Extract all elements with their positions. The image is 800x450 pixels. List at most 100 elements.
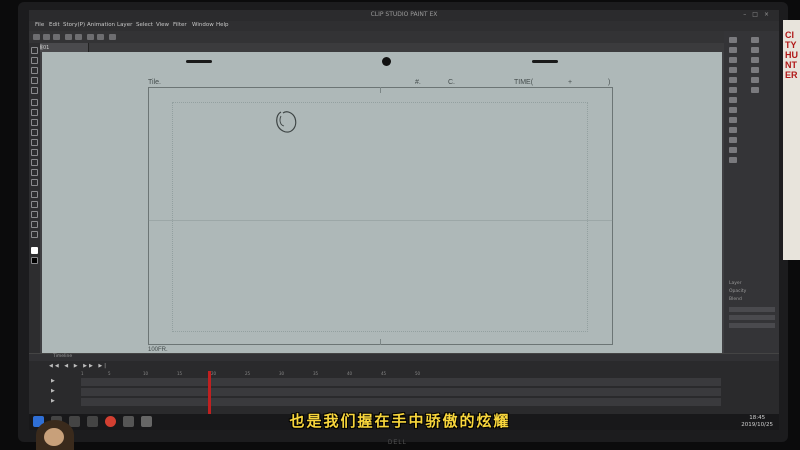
eyedropper-icon[interactable] xyxy=(31,99,38,106)
panel-icon[interactable] xyxy=(751,77,759,83)
center-guide-horizontal xyxy=(148,220,613,221)
tool-strip xyxy=(29,43,40,353)
sub-color-swatch[interactable] xyxy=(31,257,38,264)
blend-tool-icon[interactable] xyxy=(31,159,38,166)
main-color-swatch[interactable] xyxy=(31,247,38,254)
menu-filter[interactable]: Filter xyxy=(173,22,187,28)
track-toggle[interactable]: ▶ xyxy=(51,398,79,407)
panel-icon[interactable] xyxy=(729,47,737,53)
frame-ruler-label: 25 xyxy=(245,371,251,376)
maximize-icon[interactable]: □ xyxy=(752,11,764,18)
panel-icon[interactable] xyxy=(729,107,737,113)
timeline-track[interactable] xyxy=(81,398,721,407)
balloon-tool-icon[interactable] xyxy=(31,221,38,228)
frame-ruler-label: 30 xyxy=(279,371,285,376)
frame-ruler: 1 5 10 15 20 25 30 35 40 45 50 xyxy=(81,371,721,377)
close-icon[interactable]: × xyxy=(764,11,775,18)
menu-layer[interactable]: Layer xyxy=(117,22,132,28)
panel-icon[interactable] xyxy=(729,57,737,63)
menu-help[interactable]: Help xyxy=(216,22,229,28)
pencil-tool-icon[interactable] xyxy=(31,119,38,126)
panel-icon[interactable] xyxy=(729,37,737,43)
center-tick-bottom xyxy=(380,339,381,345)
window-controls[interactable]: –□× xyxy=(743,11,775,18)
transform-icon[interactable] xyxy=(97,34,104,40)
playhead[interactable] xyxy=(208,371,211,415)
selection-tool-icon[interactable] xyxy=(31,77,38,84)
layer-panel-label: Layer xyxy=(729,281,742,286)
scene: CLIP STUDIO PAINT EX –□× File Edit Story… xyxy=(0,0,800,450)
timeline-track[interactable] xyxy=(81,388,721,397)
panel-icon[interactable] xyxy=(729,127,737,133)
layer-row[interactable] xyxy=(729,315,775,320)
minimize-icon[interactable]: – xyxy=(743,11,752,18)
fill-tool-icon[interactable] xyxy=(31,169,38,176)
frame-ruler-label: 5 xyxy=(108,371,111,376)
title-label: Tile. xyxy=(148,79,161,86)
menu-edit[interactable]: Edit xyxy=(49,22,60,28)
redo-icon[interactable] xyxy=(75,34,82,40)
frame-ruler-label: 40 xyxy=(347,371,353,376)
move-tool-icon[interactable] xyxy=(31,57,38,64)
text-tool-icon[interactable] xyxy=(31,211,38,218)
save-icon[interactable] xyxy=(53,34,60,40)
frame-ruler-label: 1 xyxy=(81,371,84,376)
panel-icon[interactable] xyxy=(751,47,759,53)
zoom-tool-icon[interactable] xyxy=(31,47,38,54)
panel-icon[interactable] xyxy=(729,137,737,143)
panel-icon[interactable] xyxy=(751,57,759,63)
lasso-tool-icon[interactable] xyxy=(31,87,38,94)
title-bar: CLIP STUDIO PAINT EX –□× xyxy=(29,10,779,21)
right-panel: Layer Opacity Blend xyxy=(724,31,779,353)
track-toggle[interactable]: ▶ xyxy=(51,378,79,387)
clear-icon[interactable] xyxy=(87,34,94,40)
panel-icon[interactable] xyxy=(729,147,737,153)
panel-icon[interactable] xyxy=(751,87,759,93)
airbrush-tool-icon[interactable] xyxy=(31,139,38,146)
panel-icon[interactable] xyxy=(751,37,759,43)
panel-icon[interactable] xyxy=(729,87,737,93)
menu-view[interactable]: View xyxy=(156,22,169,28)
menu-animation[interactable]: Animation xyxy=(87,22,115,28)
menu-file[interactable]: File xyxy=(35,22,44,28)
pencil-sketch-stroke xyxy=(276,111,297,133)
timeline-header: Timeline xyxy=(29,354,779,361)
panel-icon[interactable] xyxy=(729,97,737,103)
poster-text: CITY HUNTER xyxy=(785,30,798,80)
new-file-icon[interactable] xyxy=(33,34,40,40)
animation-paper[interactable]: Tile. #. C. TIME( + ) 100FR. xyxy=(42,52,722,353)
canvas-scroll-handle-right[interactable] xyxy=(532,60,558,63)
brush-tool-icon[interactable] xyxy=(31,129,38,136)
eraser-tool-icon[interactable] xyxy=(31,149,38,156)
monitor-screen: CLIP STUDIO PAINT EX –□× File Edit Story… xyxy=(29,10,779,430)
figure-tool-icon[interactable] xyxy=(31,191,38,198)
playback-controls[interactable]: ◀◀ ◀ ▶ ▶▶ ▶| xyxy=(49,363,108,369)
time-plus: + xyxy=(568,79,573,86)
monitor-brand-logo: DELL xyxy=(388,440,408,446)
open-file-icon[interactable] xyxy=(43,34,50,40)
pen-tool-icon[interactable] xyxy=(31,109,38,116)
timeline-track[interactable] xyxy=(81,378,721,387)
frame-ruler-label: 20 xyxy=(211,371,217,376)
undo-icon[interactable] xyxy=(65,34,72,40)
ruler-tool-icon[interactable] xyxy=(31,231,38,238)
menu-story[interactable]: Story(P) xyxy=(63,22,85,28)
panel-icon[interactable] xyxy=(751,67,759,73)
gradient-tool-icon[interactable] xyxy=(31,179,38,186)
blend-label: Blend xyxy=(729,297,742,302)
operation-tool-icon[interactable] xyxy=(31,67,38,74)
panel-icon[interactable] xyxy=(729,67,737,73)
panel-icon[interactable] xyxy=(729,117,737,123)
track-toggle[interactable]: ▶ xyxy=(51,388,79,397)
panel-icon[interactable] xyxy=(729,77,737,83)
canvas-scroll-handle-left[interactable] xyxy=(186,60,212,63)
layer-row[interactable] xyxy=(729,307,775,312)
frame-tool-icon[interactable] xyxy=(31,201,38,208)
snap-icon[interactable] xyxy=(109,34,116,40)
layer-row[interactable] xyxy=(729,323,775,328)
canvas-area[interactable]: Tile. #. C. TIME( + ) 100FR. xyxy=(40,52,724,353)
menu-window[interactable]: Window xyxy=(192,22,214,28)
menu-select[interactable]: Select xyxy=(136,22,153,28)
peg-hole-icon xyxy=(382,57,391,66)
panel-icon[interactable] xyxy=(729,157,737,163)
